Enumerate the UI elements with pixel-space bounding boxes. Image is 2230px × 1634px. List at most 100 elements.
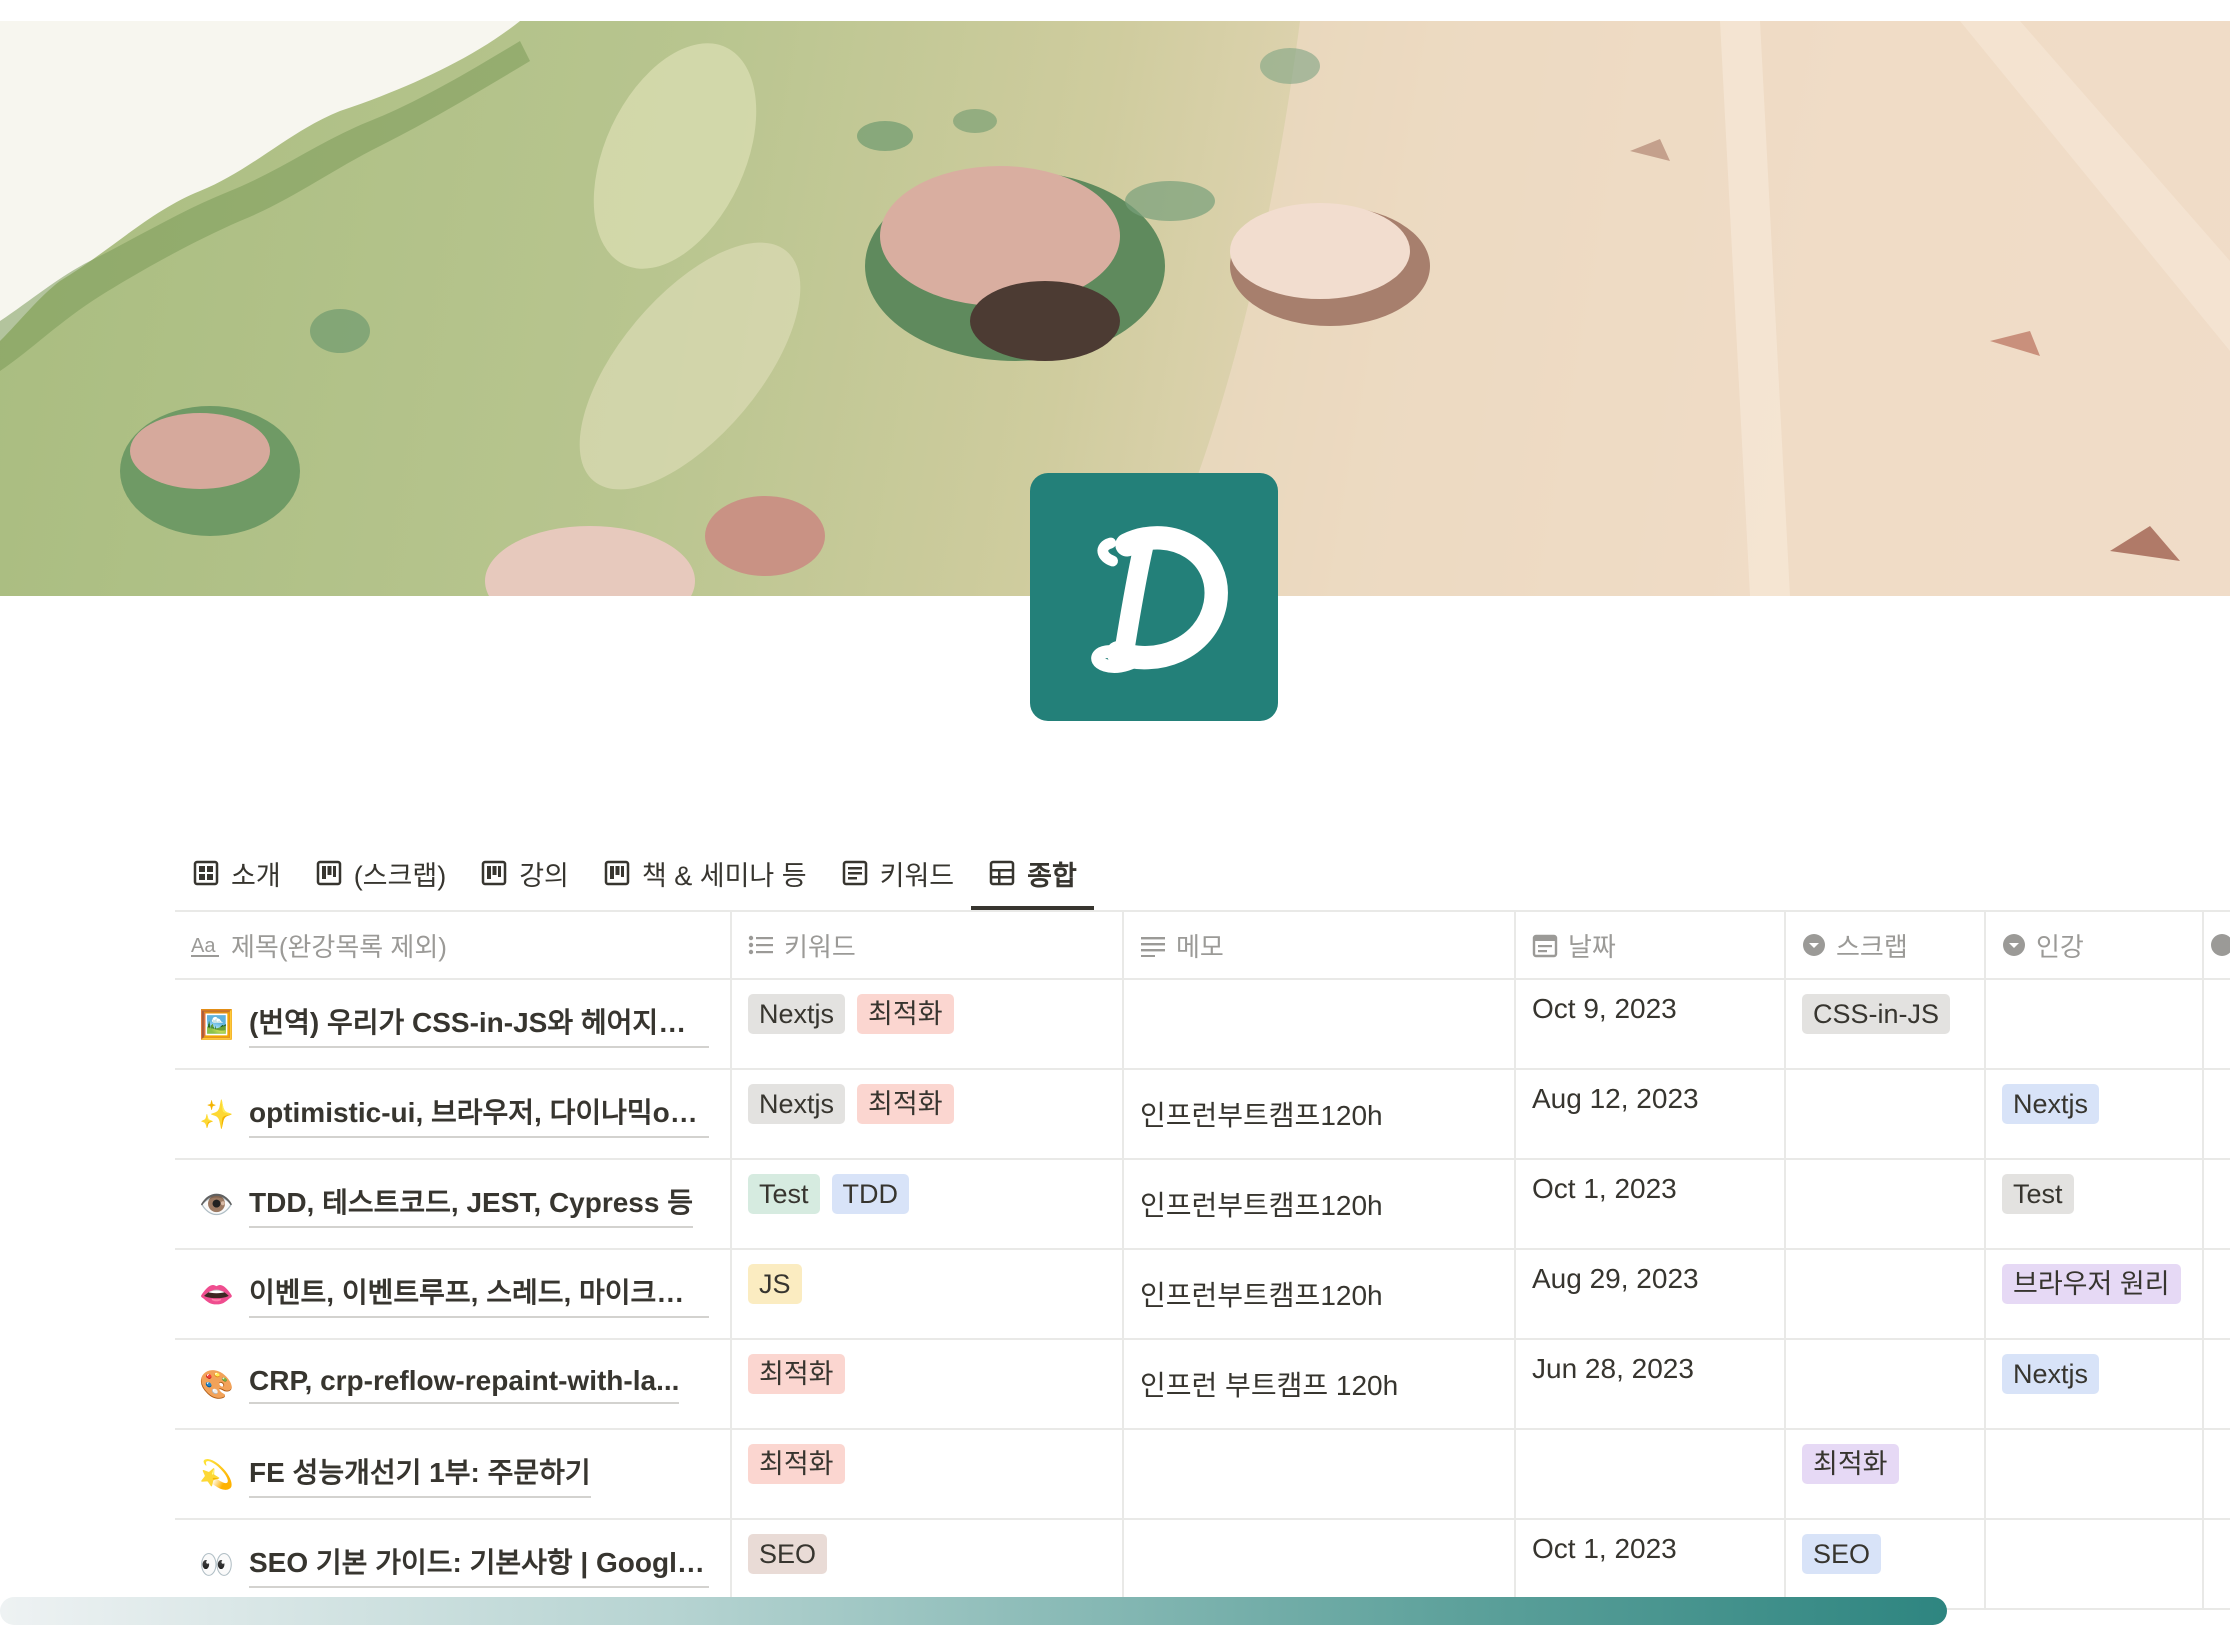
title-cell[interactable]: 🖼️ (번역) 우리가 CSS-in-JS와 헤어지는 ...	[175, 980, 732, 1068]
memo-cell[interactable]: 인프런부트캠프120h	[1124, 1070, 1516, 1158]
board-icon	[481, 860, 507, 886]
keyword-cell[interactable]: 최적화	[732, 1430, 1124, 1518]
row-title-link[interactable]: 이벤트, 이벤트루프, 스레드, 마이크로~...	[249, 1271, 709, 1318]
extra-cell[interactable]	[2204, 1340, 2230, 1428]
keyword-cell[interactable]: Nextjs 최적화	[732, 1070, 1124, 1158]
row-title-link[interactable]: TDD, 테스트코드, JEST, Cypress 등	[249, 1181, 693, 1228]
column-header-label: 제목(완강목록 제외)	[231, 931, 447, 962]
title-cell[interactable]: ✨ optimistic-ui, 브라우저, 다이나믹og,...	[175, 1070, 732, 1158]
date-text: Jun 28, 2023	[1532, 1353, 1694, 1384]
date-cell[interactable]: Aug 29, 2023	[1516, 1250, 1786, 1338]
tab-label: 키워드	[879, 860, 955, 891]
scrap-cell[interactable]	[1786, 1160, 1986, 1248]
lecture-cell[interactable]: Test	[1986, 1160, 2204, 1248]
extra-cell[interactable]	[2204, 1250, 2230, 1338]
select-property-icon	[1803, 934, 1825, 956]
table-row[interactable]: ✨ optimistic-ui, 브라우저, 다이나믹og,... Nextjs 최적…	[175, 1070, 2230, 1160]
keyword-cell[interactable]: SEO	[732, 1520, 1124, 1608]
extra-cell[interactable]	[2204, 1430, 2230, 1518]
extra-cell[interactable]	[2204, 1520, 2230, 1608]
column-header-keyword[interactable]: 키워드	[732, 912, 1124, 978]
memo-text: 인프런부트캠프120h	[1140, 1280, 1383, 1311]
row-emoji-icon: 🖼️	[199, 1008, 234, 1040]
table-row[interactable]: 🎨 CRP, crp-reflow-repaint-with-la... 최적화 인프…	[175, 1340, 2230, 1430]
tag-chip: 최적화	[748, 1354, 845, 1394]
scrap-cell[interactable]: CSS-in-JS	[1786, 980, 1986, 1068]
extra-cell[interactable]	[2204, 1070, 2230, 1158]
date-cell[interactable]	[1516, 1430, 1786, 1518]
text-property-icon: Aa	[191, 935, 219, 957]
scrap-cell[interactable]	[1786, 1340, 1986, 1428]
extra-cell[interactable]	[2204, 1160, 2230, 1248]
tag-chip: JS	[748, 1264, 802, 1304]
date-cell[interactable]: Oct 1, 2023	[1516, 1160, 1786, 1248]
row-title-link[interactable]: FE 성능개선기 1부: 주문하기	[249, 1451, 591, 1498]
scrap-cell[interactable]	[1786, 1070, 1986, 1158]
title-cell[interactable]: 👄 이벤트, 이벤트루프, 스레드, 마이크로~...	[175, 1250, 732, 1338]
tag-chip: CSS-in-JS	[1802, 994, 1951, 1034]
title-cell[interactable]: 🎨 CRP, crp-reflow-repaint-with-la...	[175, 1340, 732, 1428]
memo-cell[interactable]	[1124, 1430, 1516, 1518]
page-icon[interactable]	[1030, 473, 1278, 721]
date-cell[interactable]: Oct 9, 2023	[1516, 980, 1786, 1068]
date-cell[interactable]: Aug 12, 2023	[1516, 1070, 1786, 1158]
row-title-link[interactable]: SEO 기본 가이드: 기본사항 | Google ...	[249, 1541, 709, 1588]
column-header-scrap[interactable]: 스크랩	[1786, 912, 1986, 978]
memo-cell[interactable]	[1124, 980, 1516, 1068]
memo-cell[interactable]: 인프런부트캠프120h	[1124, 1250, 1516, 1338]
memo-cell[interactable]: 인프런부트캠프120h	[1124, 1160, 1516, 1248]
table-row[interactable]: 💫 FE 성능개선기 1부: 주문하기 최적화 최적화	[175, 1430, 2230, 1520]
scrap-cell[interactable]: SEO	[1786, 1520, 1986, 1608]
lecture-cell[interactable]: Nextjs	[1986, 1070, 2204, 1158]
lecture-cell[interactable]	[1986, 980, 2204, 1068]
memo-cell[interactable]: 인프런 부트캠프 120h	[1124, 1340, 1516, 1428]
tag-chip: 브라우저 원리	[2002, 1264, 2181, 1304]
tab-lecture[interactable]: 강의	[463, 836, 586, 910]
tab-scrap[interactable]: (스크랩)	[298, 836, 464, 910]
row-title-link[interactable]: optimistic-ui, 브라우저, 다이나믹og,...	[249, 1091, 709, 1138]
tab-overview[interactable]: 종합	[971, 836, 1094, 910]
tab-intro[interactable]: 소개	[175, 836, 298, 910]
column-header-label: 스크랩	[1836, 931, 1908, 962]
memo-text: 인프런부트캠프120h	[1140, 1100, 1383, 1131]
column-header-title[interactable]: Aa 제목(완강목록 제외)	[175, 912, 732, 978]
extra-cell[interactable]	[2204, 980, 2230, 1068]
select-property-icon	[2003, 934, 2025, 956]
keyword-cell[interactable]: Test TDD	[732, 1160, 1124, 1248]
table-row[interactable]: 🖼️ (번역) 우리가 CSS-in-JS와 헤어지는 ... Nextjs 최적화 O…	[175, 980, 2230, 1070]
keyword-cell[interactable]: Nextjs 최적화	[732, 980, 1124, 1068]
date-cell[interactable]: Oct 1, 2023	[1516, 1520, 1786, 1608]
row-title-link[interactable]: (번역) 우리가 CSS-in-JS와 헤어지는 ...	[249, 1001, 709, 1048]
row-title-link[interactable]: CRP, crp-reflow-repaint-with-la...	[249, 1365, 680, 1404]
table-row[interactable]: 👄 이벤트, 이벤트루프, 스레드, 마이크로~... JS 인프런부트캠프120h A…	[175, 1250, 2230, 1340]
scrap-cell[interactable]	[1786, 1250, 1986, 1338]
tab-keyword[interactable]: 키워드	[824, 836, 972, 910]
horizontal-scrollbar[interactable]	[0, 1597, 1947, 1625]
tab-books-seminars[interactable]: 책 & 세미나 등	[586, 836, 824, 910]
scrap-cell[interactable]: 최적화	[1786, 1430, 1986, 1518]
keyword-cell[interactable]: JS	[732, 1250, 1124, 1338]
tag-chip: Nextjs	[2002, 1084, 2100, 1124]
keyword-cell[interactable]: 최적화	[732, 1340, 1124, 1428]
lecture-cell[interactable]	[1986, 1430, 2204, 1518]
row-emoji-icon: 💫	[199, 1458, 234, 1490]
tab-label: (스크랩)	[353, 860, 447, 891]
tag-chip: Nextjs	[2002, 1354, 2100, 1394]
column-header-date[interactable]: 날짜	[1516, 912, 1786, 978]
column-header-more[interactable]	[2204, 912, 2230, 978]
lecture-cell[interactable]: 브라우저 원리	[1986, 1250, 2204, 1338]
title-cell[interactable]: 💫 FE 성능개선기 1부: 주문하기	[175, 1430, 732, 1518]
title-cell[interactable]: 👁️ TDD, 테스트코드, JEST, Cypress 등	[175, 1160, 732, 1248]
tag-chip: Nextjs	[748, 994, 846, 1034]
lecture-cell[interactable]	[1986, 1520, 2204, 1608]
memo-cell[interactable]	[1124, 1520, 1516, 1608]
column-header-memo[interactable]: 메모	[1124, 912, 1516, 978]
column-header-lecture[interactable]: 인강	[1986, 912, 2204, 978]
column-header-label: 인강	[2036, 931, 2084, 962]
tab-label: 소개	[231, 860, 281, 891]
title-cell[interactable]: 👀 SEO 기본 가이드: 기본사항 | Google ...	[175, 1520, 732, 1608]
table-row[interactable]: 👁️ TDD, 테스트코드, JEST, Cypress 등 Test TDD 인프런부…	[175, 1160, 2230, 1250]
svg-text:Aa: Aa	[191, 935, 216, 957]
lecture-cell[interactable]: Nextjs	[1986, 1340, 2204, 1428]
date-cell[interactable]: Jun 28, 2023	[1516, 1340, 1786, 1428]
